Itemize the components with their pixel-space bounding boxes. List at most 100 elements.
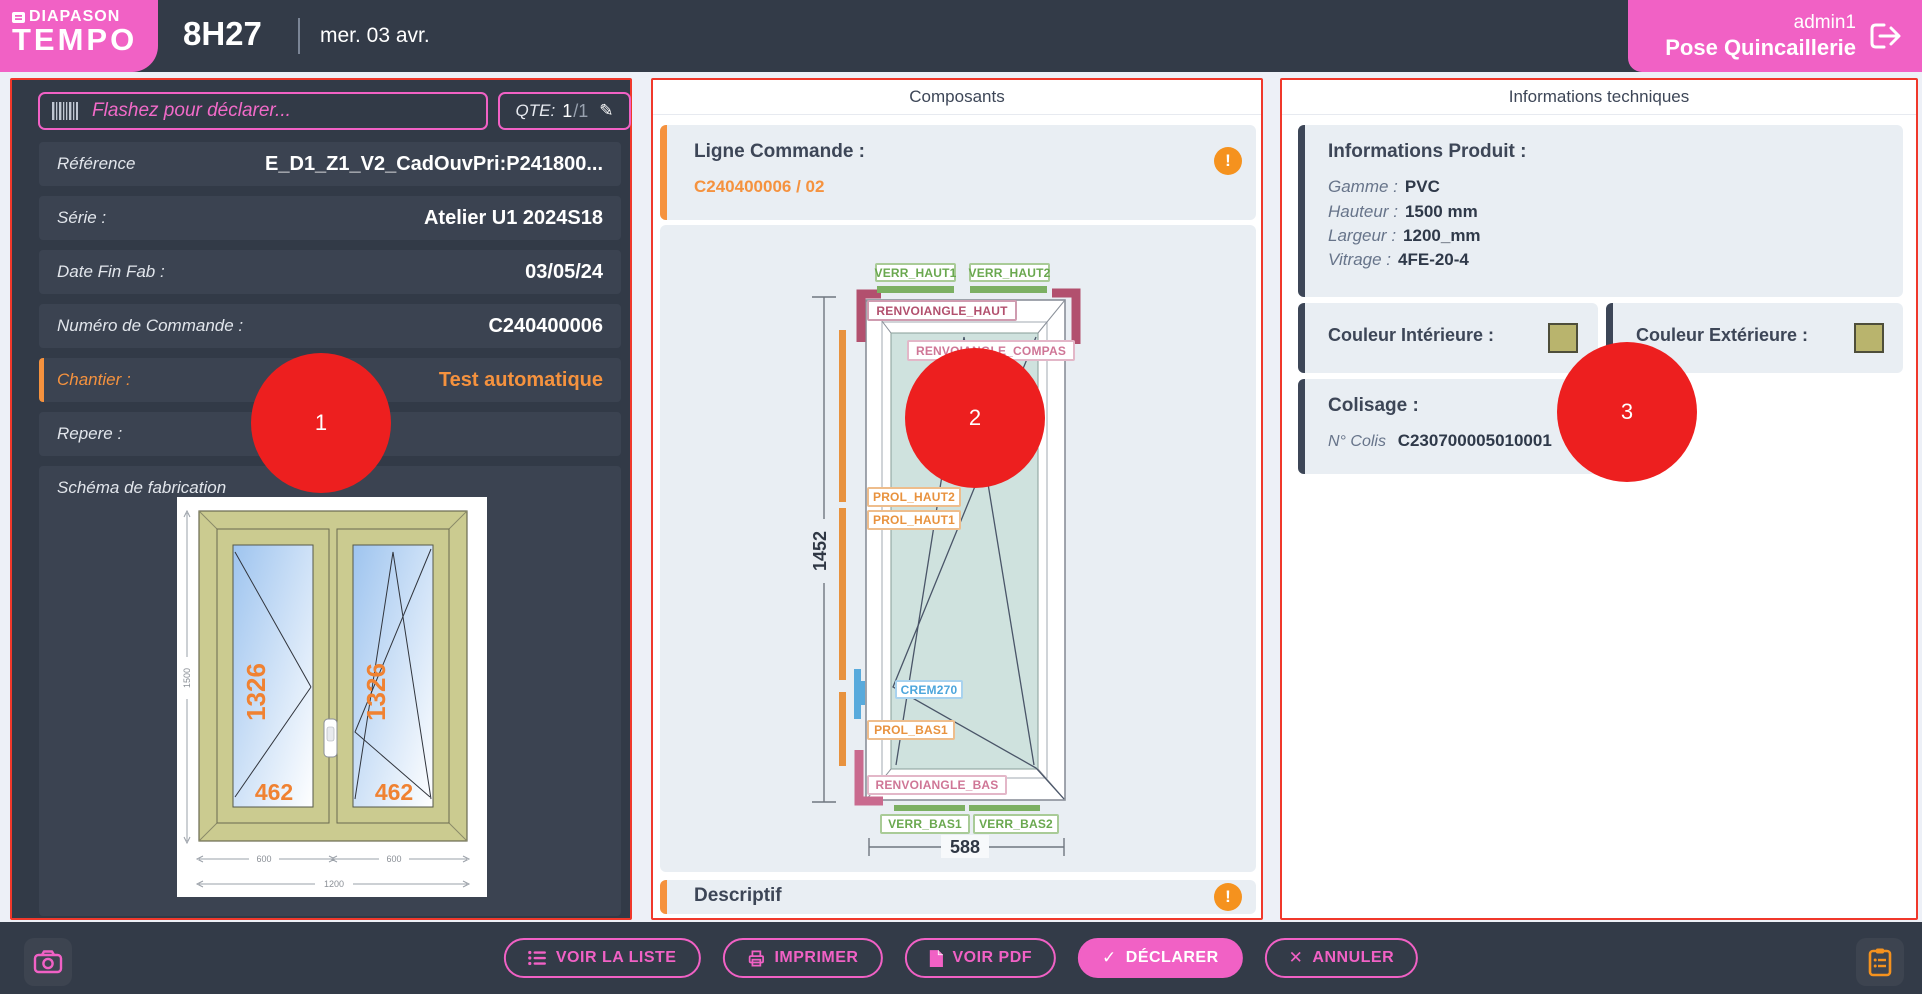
component-label-renvoiangle-haut: RENVOIANGLE_HAUT (867, 300, 1017, 321)
descriptif-row[interactable]: Descriptif ! (660, 880, 1256, 914)
qty-current: 1 (562, 101, 572, 122)
largeur-value: 1200_mm (1403, 226, 1481, 245)
app-root: DIAPASON TEMPO 8H27 mer. 03 avr. admin1 … (0, 0, 1922, 994)
annotation-marker-1: 1 (251, 353, 391, 493)
chantier-value: Test automatique (439, 369, 603, 392)
spec-hauteur: Hauteur : 1500 mm (1328, 202, 1478, 222)
component-label-verr-haut1: VERR_HAUT1 (875, 263, 956, 282)
barcode-icon (52, 102, 78, 120)
declarer-button[interactable]: ✓ DÉCLARER (1078, 938, 1243, 978)
check-icon: ✓ (1102, 948, 1117, 968)
schema-drawing-card: 1500 (177, 497, 487, 897)
couleur-interieure-label: Couleur Intérieure : (1328, 325, 1494, 346)
couleur-interieure-swatch (1548, 323, 1578, 353)
colisage-card: Colisage : N° Colis C230700005010001 (1298, 379, 1598, 474)
descriptif-label: Descriptif (694, 885, 782, 907)
app-logo: DIAPASON TEMPO (0, 0, 158, 72)
svg-text:1326: 1326 (241, 663, 271, 721)
serie-value: Atelier U1 2024S18 (424, 207, 603, 230)
descriptif-warning-icon[interactable]: ! (1214, 883, 1242, 911)
printer-icon (746, 949, 765, 968)
gamme-label: Gamme : (1328, 177, 1398, 196)
svg-text:1200: 1200 (324, 879, 344, 889)
commande-label: Numéro de Commande : (57, 316, 243, 336)
annuler-button[interactable]: ✕ ANNULER (1265, 938, 1418, 978)
ligne-commande-card: Ligne Commande : C240400006 / 02 ! (660, 125, 1256, 220)
clipboard-button[interactable] (1856, 938, 1904, 986)
date-fin-fab-value: 03/05/24 (525, 261, 603, 284)
svg-text:1452: 1452 (810, 531, 830, 571)
scan-input[interactable] (90, 99, 474, 123)
voir-pdf-button[interactable]: VOIR PDF (904, 938, 1056, 978)
footer-bar: VOIR LA LISTE IMPRIMER VOIR PDF ✓ DÉCLAR… (0, 922, 1922, 994)
ligne-commande-value: C240400006 / 02 (694, 177, 824, 197)
username: admin1 (1665, 10, 1856, 35)
detail-row-serie: Série : Atelier U1 2024S18 (39, 196, 621, 240)
svg-text:588: 588 (950, 837, 980, 857)
ligne-warning-icon[interactable]: ! (1214, 147, 1242, 175)
imprimer-button[interactable]: IMPRIMER (722, 938, 882, 978)
component-label-verr-haut2: VERR_HAUT2 (969, 263, 1050, 282)
component-label-crem270: CREM270 (895, 680, 963, 699)
spec-largeur: Largeur : 1200_mm (1328, 226, 1481, 246)
reference-value: E_D1_Z1_V2_CadOuvPri:P241800... (265, 153, 603, 176)
component-label-prol-haut1: PROL_HAUT1 (867, 510, 961, 530)
produit-title: Informations Produit : (1328, 141, 1526, 163)
user-session-text: admin1 Pose Quincaillerie (1665, 10, 1856, 60)
topbar-divider (298, 18, 300, 54)
annotation-marker-3: 3 (1557, 342, 1697, 482)
informations-techniques-title: Informations techniques (1282, 80, 1916, 115)
hauteur-value: 1500 mm (1405, 202, 1478, 221)
voir-la-liste-label: VOIR LA LISTE (556, 949, 677, 967)
logo-text-tempo: TEMPO (12, 26, 158, 54)
footer-actions: VOIR LA LISTE IMPRIMER VOIR PDF ✓ DÉCLAR… (504, 938, 1418, 978)
detail-row-reference: Référence E_D1_Z1_V2_CadOuvPri:P241800..… (39, 142, 621, 186)
detail-row-commande: Numéro de Commande : C240400006 (39, 304, 621, 348)
chantier-label: Chantier : (57, 370, 131, 390)
svg-text:462: 462 (375, 779, 413, 805)
detail-row-date-fin-fab: Date Fin Fab : 03/05/24 (39, 250, 621, 294)
schema-fabrication-section: Schéma de fabrication 1500 (39, 466, 621, 916)
component-label-verr-bas2: VERR_BAS2 (973, 814, 1059, 834)
gamme-value: PVC (1405, 177, 1440, 196)
quantity-editor[interactable]: QTE: 1/1 ✎ (498, 92, 631, 130)
spec-vitrage: Vitrage :4FE-20-4 (1328, 250, 1469, 270)
camera-button[interactable] (24, 938, 72, 986)
user-role: Pose Quincaillerie (1665, 35, 1856, 60)
voir-pdf-label: VOIR PDF (952, 949, 1032, 967)
voir-la-liste-button[interactable]: VOIR LA LISTE (504, 938, 701, 978)
edit-pencil-icon[interactable]: ✎ (599, 101, 613, 121)
qty-total: /1 (573, 101, 588, 122)
annotation-marker-2: 2 (905, 348, 1045, 488)
produit-card: Informations Produit : Gamme : PVC Hauteu… (1298, 125, 1903, 297)
imprimer-label: IMPRIMER (774, 949, 858, 967)
vitrage-label: Vitrage : (1328, 250, 1391, 269)
component-drawing-card: 1452 (660, 225, 1256, 872)
colis-value: C230700005010001 (1398, 431, 1552, 450)
clock-time: 8H27 (183, 15, 262, 53)
couleur-exterieure-swatch (1854, 323, 1884, 353)
svg-text:600: 600 (386, 854, 401, 864)
colis-line: N° Colis C230700005010001 (1328, 431, 1552, 451)
declarer-label: DÉCLARER (1126, 949, 1219, 967)
svg-text:600: 600 (256, 854, 271, 864)
commande-value: C240400006 (488, 315, 603, 338)
top-bar: DIAPASON TEMPO 8H27 mer. 03 avr. admin1 … (0, 0, 1922, 72)
annuler-label: ANNULER (1312, 949, 1394, 967)
schema-label: Schéma de fabrication (57, 478, 226, 498)
logout-icon[interactable] (1866, 20, 1906, 52)
user-session-block[interactable]: admin1 Pose Quincaillerie (1628, 0, 1922, 72)
panel-informations-techniques: Informations techniques Informations Pro… (1280, 78, 1918, 920)
component-label-prol-bas1: PROL_BAS1 (867, 720, 955, 740)
svg-text:1326: 1326 (361, 663, 391, 721)
clipboard-icon (1867, 947, 1893, 977)
largeur-label: Largeur : (1328, 226, 1396, 245)
list-icon (528, 950, 547, 966)
camera-icon (33, 949, 63, 975)
scan-field-wrap (38, 92, 488, 130)
hauteur-label: Hauteur : (1328, 202, 1398, 221)
serie-label: Série : (57, 208, 106, 228)
component-label-renvoiangle-bas: RENVOIANGLE_BAS (867, 775, 1007, 795)
panel-composants: Composants Ligne Commande : C240400006 /… (651, 78, 1263, 920)
window-schematic-drawing: 1500 (177, 497, 487, 897)
